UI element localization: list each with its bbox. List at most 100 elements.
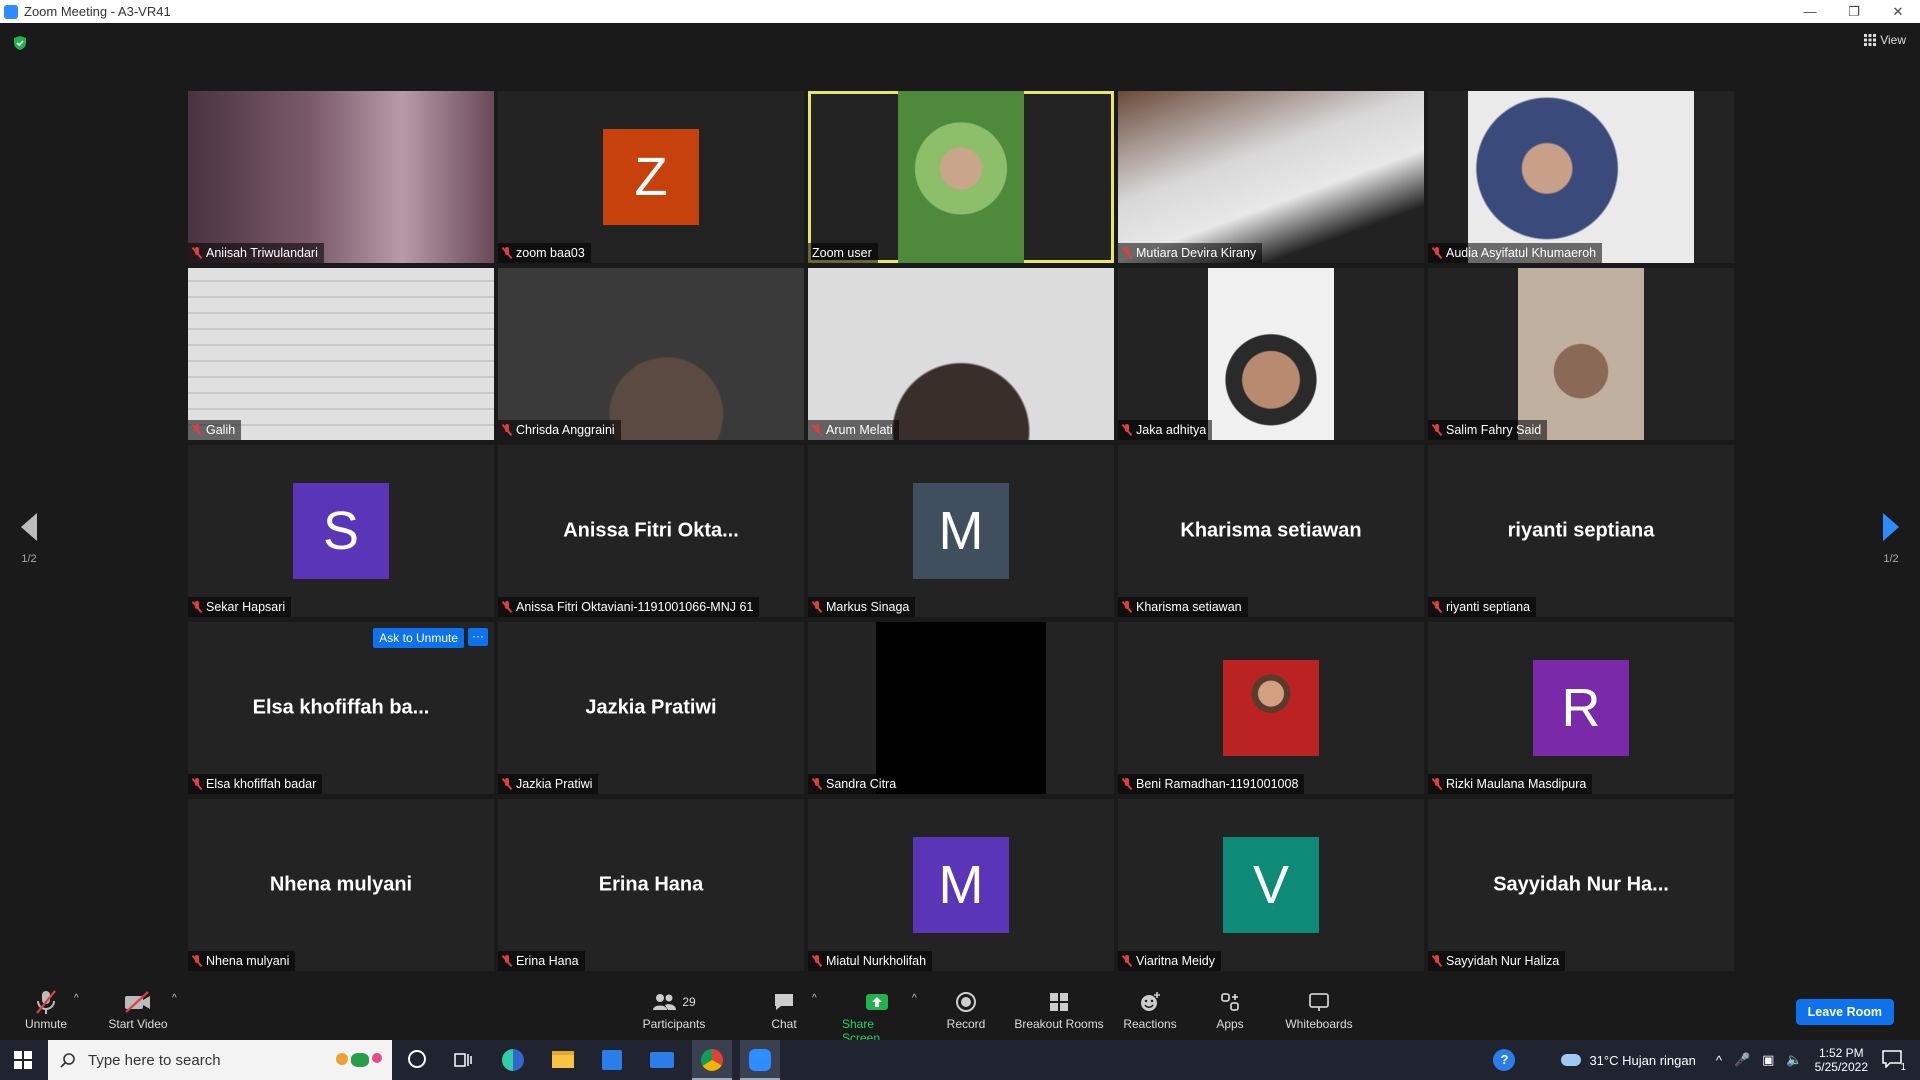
ask-to-unmute-button[interactable]: Ask to Unmute bbox=[373, 628, 464, 648]
participant-avatar: S bbox=[293, 483, 389, 579]
zoom-app-icon bbox=[4, 4, 18, 19]
participant-tile[interactable]: R Rizki Maulana Masdipura bbox=[1428, 622, 1734, 794]
participant-tile[interactable]: Audia Asyifatul Khumaeroh bbox=[1428, 91, 1734, 263]
mic-muted-icon bbox=[1122, 601, 1132, 613]
participant-tile[interactable]: Aniisah Triwulandari bbox=[188, 91, 494, 263]
participant-display-name: Elsa khofiffah ba... bbox=[252, 696, 430, 719]
chat-button[interactable]: Chat bbox=[766, 987, 802, 1031]
participant-name: Audia Asyifatul Khumaeroh bbox=[1446, 246, 1597, 260]
participant-tile[interactable]: riyanti septiana riyanti septiana bbox=[1428, 445, 1734, 617]
participant-tile[interactable]: M Markus Sinaga bbox=[808, 445, 1114, 617]
encryption-shield-icon[interactable] bbox=[12, 35, 28, 51]
leave-room-button[interactable]: Leave Room bbox=[1795, 999, 1894, 1025]
participant-name: zoom baa03 bbox=[516, 246, 585, 260]
mic-muted-icon bbox=[1122, 955, 1132, 967]
share-screen-button[interactable]: Share Screen bbox=[842, 987, 912, 1045]
grid-view-icon bbox=[1864, 34, 1877, 46]
participant-name: Viaritna Meidy bbox=[1136, 954, 1215, 968]
breakout-rooms-button[interactable]: Breakout Rooms bbox=[1014, 987, 1104, 1031]
participant-name: Aniisah Triwulandari bbox=[206, 246, 318, 260]
participant-tile[interactable]: S Sekar Hapsari bbox=[188, 445, 494, 617]
mail-icon[interactable] bbox=[650, 1052, 674, 1068]
share-screen-icon bbox=[865, 987, 889, 1017]
participant-video bbox=[188, 268, 494, 440]
clock-date: 5/25/2022 bbox=[1814, 1060, 1868, 1074]
participant-tile[interactable]: Chrisda Anggraini bbox=[498, 268, 804, 440]
participant-tile[interactable]: Zzoom baa03 bbox=[498, 91, 804, 263]
edge-browser-icon[interactable] bbox=[502, 1049, 524, 1071]
participant-tile[interactable]: Nhena mulyani Nhena mulyani bbox=[188, 799, 494, 971]
participant-avatar: M bbox=[913, 483, 1009, 579]
participant-name: Kharisma setiawan bbox=[1136, 600, 1242, 614]
zoom-taskbar-item[interactable] bbox=[740, 1040, 780, 1080]
next-page-button[interactable]: 1/2 bbox=[1876, 513, 1906, 565]
participant-tile[interactable]: Arum Melati bbox=[808, 268, 1114, 440]
meeting-toolbar: Unmute ^ Start Video ^ 29 Participants C… bbox=[0, 983, 1920, 1045]
participant-tile[interactable]: Galih bbox=[188, 268, 494, 440]
participants-button[interactable]: 29 Participants bbox=[642, 987, 706, 1031]
windows-start-icon[interactable] bbox=[14, 1051, 32, 1074]
participant-tile[interactable]: Jazkia Pratiwi Jazkia Pratiwi bbox=[498, 622, 804, 794]
help-icon[interactable]: ? bbox=[1493, 1049, 1516, 1071]
apps-button[interactable]: Apps bbox=[1214, 987, 1246, 1031]
participant-name-label: Rizki Maulana Masdipura bbox=[1428, 774, 1593, 794]
participant-display-name: Nhena mulyani bbox=[269, 873, 413, 896]
task-view-icon[interactable] bbox=[454, 1051, 472, 1074]
restore-button[interactable]: ❐ bbox=[1832, 4, 1876, 20]
notification-center-icon[interactable]: 1 bbox=[1882, 1049, 1906, 1073]
participant-tile[interactable]: M Miatul Nurkholifah bbox=[808, 799, 1114, 971]
chat-options-caret-icon[interactable]: ^ bbox=[812, 993, 817, 1004]
video-options-caret-icon[interactable]: ^ bbox=[172, 993, 177, 1004]
participant-tile[interactable]: Erina Hana Erina Hana bbox=[498, 799, 804, 971]
participant-tile[interactable]: Mutiara Devira Kirany bbox=[1118, 91, 1424, 263]
participant-display-name: Kharisma setiawan bbox=[1180, 519, 1362, 542]
audio-options-caret-icon[interactable]: ^ bbox=[74, 993, 79, 1004]
participants-count: 29 bbox=[682, 995, 696, 1009]
show-hidden-icons-icon[interactable]: ^ bbox=[1716, 1053, 1722, 1068]
volume-icon[interactable]: 🔈 bbox=[1786, 1052, 1802, 1068]
participant-tile[interactable]: V Viaritna Meidy bbox=[1118, 799, 1424, 971]
participant-name: Nhena mulyani bbox=[206, 954, 290, 968]
weather-text[interactable]: 31°C Hujan ringan bbox=[1589, 1053, 1695, 1068]
participant-tile[interactable]: Elsa khofiffah ba... Ask to Unmute ··· Elsa… bbox=[188, 622, 494, 794]
participant-avatar: R bbox=[1533, 660, 1629, 756]
record-button[interactable]: Record bbox=[946, 987, 986, 1031]
participant-video bbox=[1118, 91, 1424, 263]
participant-name-label: Jazkia Pratiwi bbox=[498, 774, 599, 794]
participant-tile[interactable]: Beni Ramadhan-1191001008 bbox=[1118, 622, 1424, 794]
network-icon[interactable]: ▣ bbox=[1762, 1052, 1774, 1068]
minimize-button[interactable]: — bbox=[1788, 4, 1832, 20]
window-titlebar: Zoom Meeting - A3-VR41 — ❐ ✕ bbox=[0, 0, 1920, 23]
search-icon bbox=[60, 1053, 75, 1068]
unmute-button[interactable]: Unmute bbox=[22, 987, 70, 1031]
participant-tile[interactable]: Sayyidah Nur Ha... Sayyidah Nur Haliza bbox=[1428, 799, 1734, 971]
window-controls: — ❐ ✕ bbox=[1788, 4, 1920, 20]
mic-muted-icon bbox=[192, 778, 202, 790]
participant-tile[interactable]: Salim Fahry Said bbox=[1428, 268, 1734, 440]
microsoft-store-icon[interactable] bbox=[602, 1050, 622, 1070]
participant-avatar: V bbox=[1223, 837, 1319, 933]
file-explorer-icon[interactable] bbox=[552, 1051, 574, 1068]
share-options-caret-icon[interactable]: ^ bbox=[912, 993, 917, 1004]
participant-tile[interactable]: Anissa Fitri Okta... Anissa Fitri Oktavia… bbox=[498, 445, 804, 617]
clock[interactable]: 1:52 PM 5/25/2022 bbox=[1815, 1046, 1868, 1074]
search-highlight-icon bbox=[336, 1053, 382, 1067]
participant-name: Jazkia Pratiwi bbox=[516, 777, 593, 791]
participant-tile[interactable]: Kharisma setiawan Kharisma setiawan bbox=[1118, 445, 1424, 617]
more-options-button[interactable]: ··· bbox=[468, 628, 488, 646]
taskbar-search-box[interactable]: Type here to search bbox=[48, 1040, 392, 1080]
chevron-left-icon bbox=[21, 513, 37, 541]
cortana-icon[interactable] bbox=[408, 1050, 426, 1068]
participant-tile[interactable]: Jaka adhitya bbox=[1118, 268, 1424, 440]
whiteboards-button[interactable]: Whiteboards bbox=[1284, 987, 1354, 1031]
previous-page-button[interactable]: 1/2 bbox=[14, 513, 44, 565]
mic-muted-icon bbox=[812, 778, 822, 790]
reactions-button[interactable]: Reactions bbox=[1123, 987, 1177, 1031]
participant-tile[interactable]: Sandra Citra bbox=[808, 622, 1114, 794]
chrome-taskbar-item[interactable] bbox=[692, 1040, 732, 1080]
view-button[interactable]: View bbox=[1864, 33, 1906, 47]
start-video-button[interactable]: Start Video bbox=[106, 987, 170, 1031]
close-button[interactable]: ✕ bbox=[1876, 4, 1920, 20]
microphone-tray-icon[interactable]: 🎤 bbox=[1734, 1052, 1750, 1068]
participant-tile[interactable]: Zoom user bbox=[808, 91, 1114, 263]
